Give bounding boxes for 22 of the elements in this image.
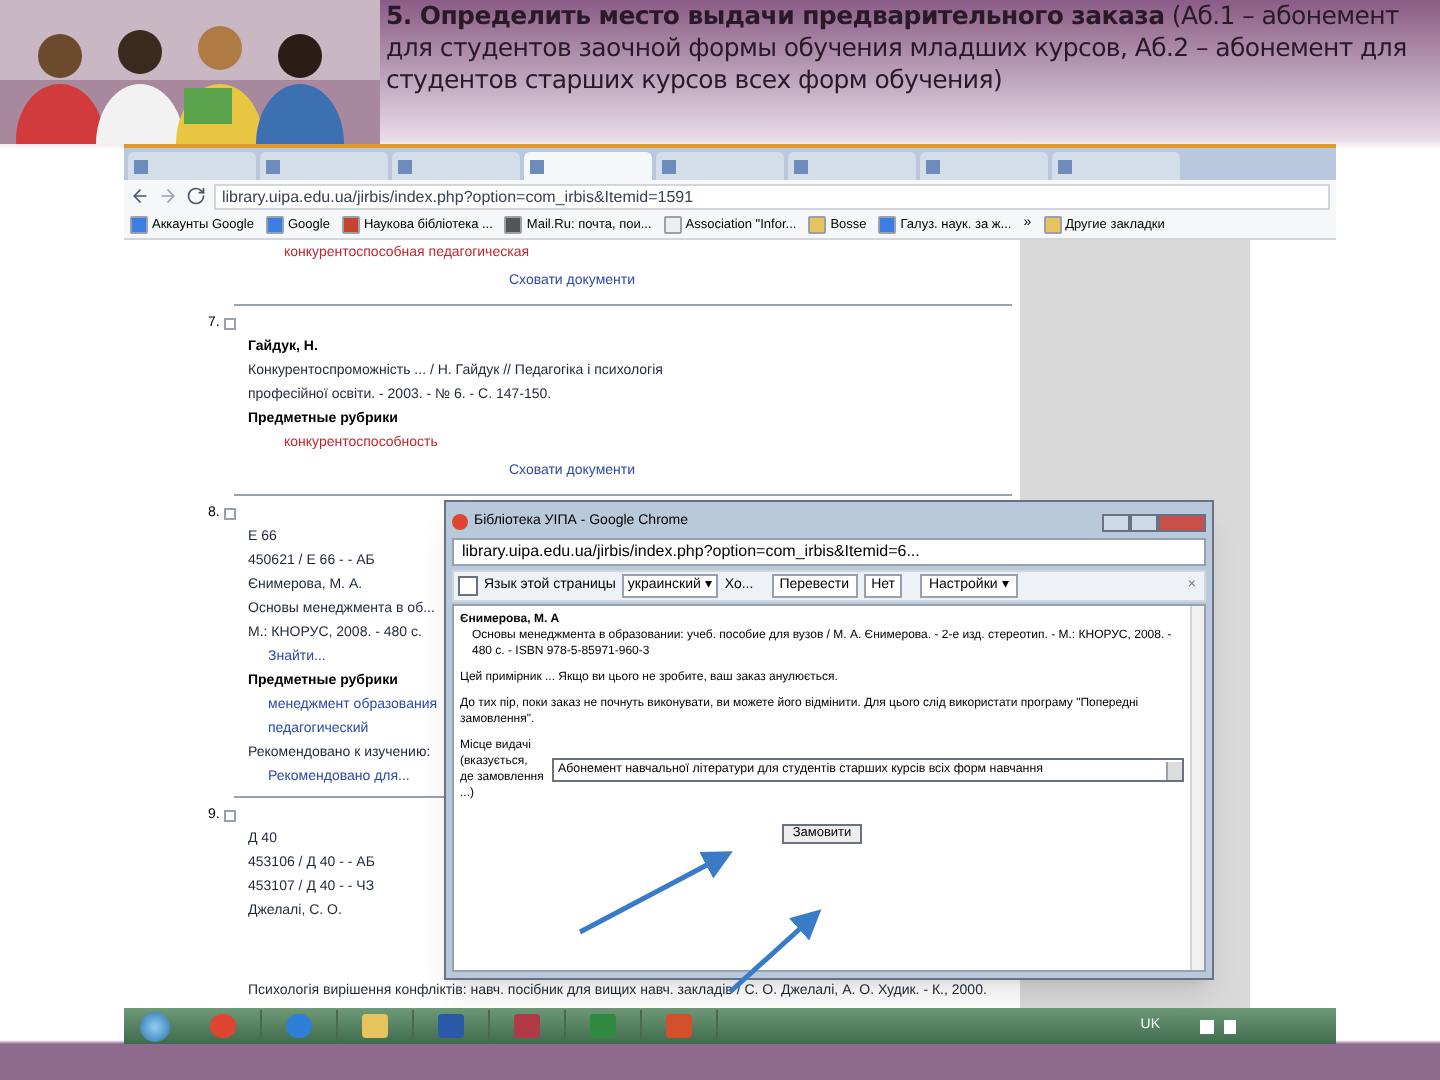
checkbox[interactable]	[223, 318, 236, 330]
close-button[interactable]	[1158, 513, 1206, 531]
checkbox[interactable]	[223, 810, 236, 822]
forward-icon[interactable]	[158, 186, 178, 206]
address-field[interactable]: library.uipa.edu.ua/jirbis/index.php?option=com_irbis&Itemid=1591	[214, 183, 1330, 209]
translate-icon	[458, 576, 478, 596]
address-field[interactable]: library.uipa.edu.ua/jirbis/index.php?option=com_irbis&Itemid=6...	[452, 538, 1206, 566]
reload-icon[interactable]	[186, 186, 206, 206]
browser-tab[interactable]	[260, 152, 388, 180]
checkbox[interactable]	[223, 508, 236, 520]
minimize-button[interactable]	[1102, 513, 1130, 531]
slide-title: 5. Определить место выдачи предварительного заказа (Аб.1 – абонемент для студентов заочной формы обучения младших курсов, Аб.2 – абонемент для студентов старших курсов всех форм обучения)	[384, 0, 1409, 98]
scrollbar[interactable]	[1190, 606, 1204, 970]
caret-icon	[1166, 761, 1182, 779]
browser-tab[interactable]	[1052, 152, 1180, 180]
maximize-button[interactable]	[1130, 513, 1158, 531]
browser-tab[interactable]	[788, 152, 916, 180]
browser-tab[interactable]	[392, 152, 520, 180]
browser-tab[interactable]	[524, 152, 652, 180]
back-icon[interactable]	[130, 186, 150, 206]
browser-tab[interactable]	[920, 152, 1048, 180]
browser-tab[interactable]	[656, 152, 784, 180]
